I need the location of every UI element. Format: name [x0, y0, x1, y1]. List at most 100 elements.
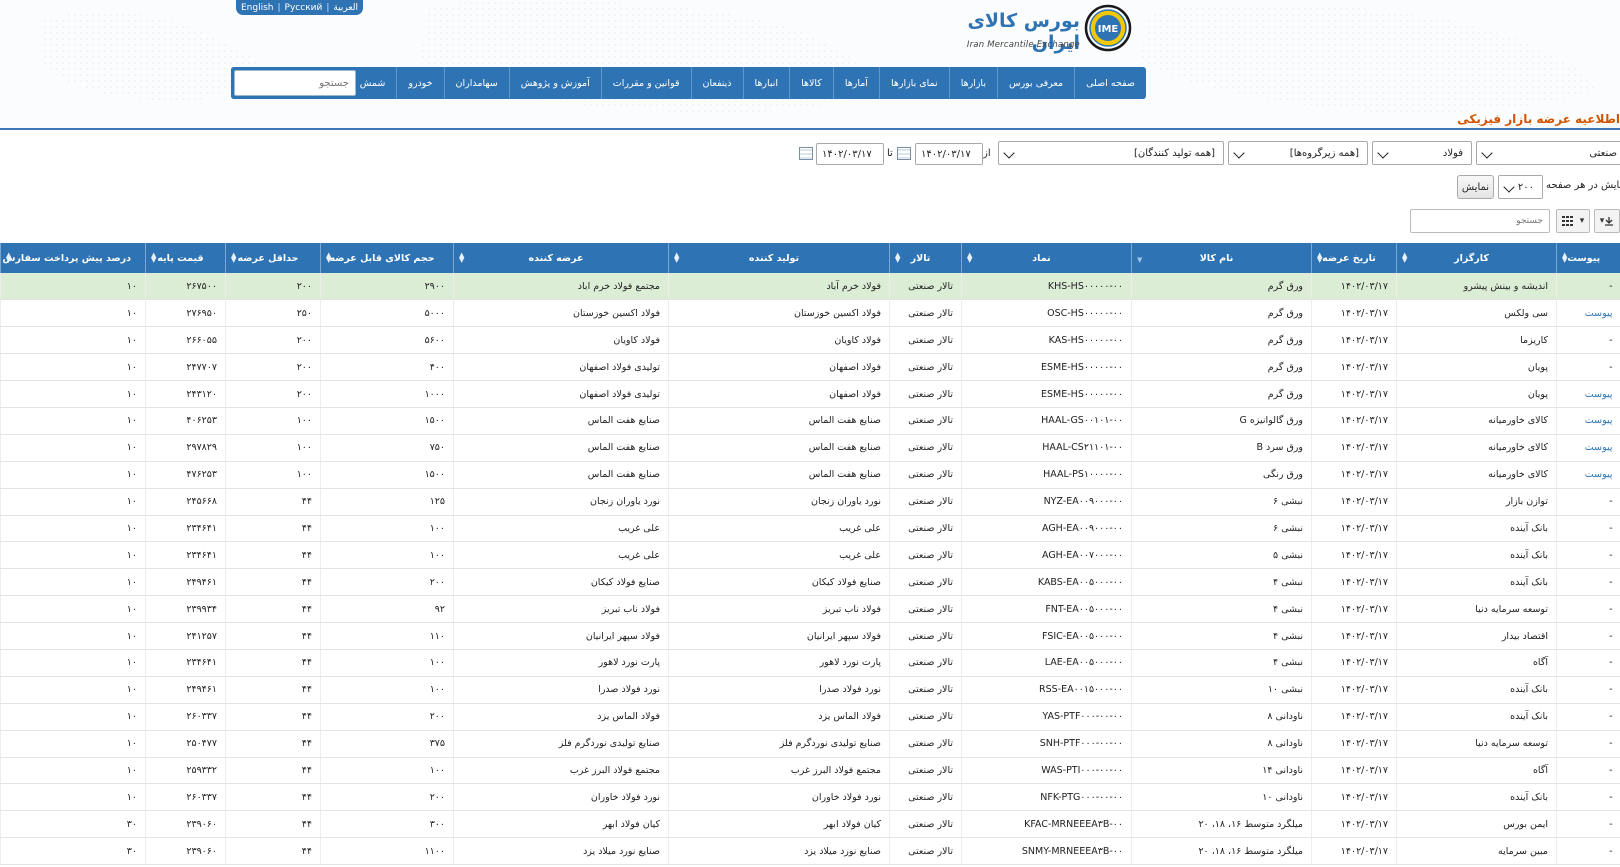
- brand[interactable]: بورس کالای ایران Iran Mercantile Exchang…: [950, 4, 1140, 54]
- symbol-cell: SNMY-MRNEEEA۳B-۰۰: [961, 837, 1132, 866]
- min-offer-cell: ۲۰۰: [225, 380, 321, 408]
- prepayment-percent-cell: ۱۰: [0, 273, 146, 301]
- to-date-input[interactable]: ۱۴۰۲/۰۳/۱۷: [816, 143, 884, 165]
- attachment-cell[interactable]: پیوست: [1556, 461, 1620, 489]
- producer-cell: کیان فولاد ابهر: [668, 810, 890, 839]
- col-header-supplier[interactable]: عرضه کننده ▲ ▼: [453, 243, 669, 273]
- min-offer-cell: ۴۴: [225, 730, 321, 758]
- export-button[interactable]: ▾: [1594, 209, 1620, 233]
- table-row[interactable]: - توسعه سرمایه دنیا ۱۴۰۲/۰۳/۱۷ ناودانی ۸ SNH…: [0, 730, 1620, 758]
- col-header-producer[interactable]: تولید کننده ▲ ▼: [668, 243, 890, 273]
- nav-markets[interactable]: بازارها: [948, 67, 997, 99]
- table-row[interactable]: - توسعه سرمایه دنیا ۱۴۰۲/۰۳/۱۷ نبشی ۴ FNT-EA…: [0, 595, 1620, 624]
- table-row[interactable]: پیوست کالای خاورمیانه ۱۴۰۲/۰۳/۱۷ ورق گالوان…: [0, 407, 1620, 435]
- table-row[interactable]: - اندیشه و بینش پیشرو ۱۴۰۲/۰۳/۱۷ ورق گرم KHS…: [0, 273, 1620, 301]
- producer-select[interactable]: [همه تولید کنندگان]: [998, 141, 1224, 165]
- base-price-cell: ۲۳۴۶۴۱: [145, 541, 226, 570]
- site-search-input[interactable]: [234, 70, 356, 96]
- broker-cell: بانک آینده: [1396, 568, 1557, 597]
- table-row[interactable]: پیوست کالای خاورمیانه ۱۴۰۲/۰۳/۱۷ ورق رنگی HA…: [0, 461, 1620, 489]
- nav-stakeholders[interactable]: ذینفعان: [690, 67, 743, 99]
- nav-market-view[interactable]: نمای بازارها: [878, 67, 949, 99]
- attachment-cell: -: [1556, 757, 1620, 785]
- col-header-prepayment-percent[interactable]: درصد پیش پرداخت سفارش خرید▲▼: [0, 243, 146, 273]
- table-row[interactable]: پیوست کالای خاورمیانه ۱۴۰۲/۰۳/۱۷ ورق سرد BH…: [0, 434, 1620, 462]
- subgroup-select[interactable]: [همه زیرگروه‌ها]: [1228, 141, 1368, 165]
- nav-commodities[interactable]: کالاها: [789, 67, 833, 99]
- symbol-cell: FSIC-EA۰۰۵۰۰۰-۰۰: [961, 622, 1132, 650]
- nav-statistics[interactable]: آمارها: [832, 67, 879, 99]
- hall-cell: تالار صنعتی: [889, 757, 962, 785]
- commodity-name-cell: ناودانی ۱۴: [1131, 757, 1312, 785]
- col-header-offer-volume[interactable]: حجم کالای قابل عرضه ▲ ▼: [320, 243, 454, 273]
- base-price-cell: ۲۳۹۹۳۴: [145, 595, 226, 624]
- show-button[interactable]: نمایش: [1457, 175, 1494, 199]
- broker-cell: پویان: [1396, 380, 1557, 408]
- nav-education[interactable]: آموزش و پژوهش: [508, 67, 601, 99]
- broker-cell: کالای خاورمیانه: [1396, 407, 1557, 435]
- base-price-cell: ۲۳۴۶۴۱: [145, 649, 226, 677]
- col-header-hall[interactable]: تالار ▲ ▼: [889, 243, 962, 273]
- nav-about[interactable]: معرفی بورس: [996, 67, 1074, 99]
- from-date-input[interactable]: ۱۴۰۲/۰۳/۱۷: [915, 143, 983, 165]
- table-row[interactable]: - آگاه ۱۴۰۲/۰۳/۱۷ نبشی ۴ LAE-EA۰۰۵۰۰۰-۰۰ تالا…: [0, 649, 1620, 677]
- supplier-cell: نورد یاوران زنجان: [453, 488, 669, 516]
- nav-warehouses[interactable]: انبارها: [742, 67, 790, 99]
- symbol-cell: HAAL-PS۱۰۰۰۰-۰۰: [961, 461, 1132, 489]
- col-header-label: قیمت پایه: [157, 252, 204, 264]
- market-select[interactable]: صنعتی: [1476, 141, 1620, 165]
- producer-cell: صنایع هفت الماس: [668, 434, 890, 462]
- table-row[interactable]: - بانک آینده ۱۴۰۲/۰۳/۱۷ نبشی ۶ AGH-EA۰۰۹۰۰۰-…: [0, 515, 1620, 543]
- table-row[interactable]: پیوست سی ولکس ۱۴۰۲/۰۳/۱۷ ورق گرم OSC-HS۰۰۰۰۰…: [0, 299, 1620, 328]
- table-row[interactable]: - بانک آینده ۱۴۰۲/۰۳/۱۷ نبشی ۴ KABS-EA۰۰۵۰۰۰…: [0, 568, 1620, 597]
- table-row[interactable]: پیوست پویان ۱۴۰۲/۰۳/۱۷ ورق گرم ESME-HS۰۰۰۰۰-…: [0, 380, 1620, 408]
- col-header-min-offer[interactable]: حداقل عرضه ▲ ▼: [225, 243, 321, 273]
- offer-volume-cell: ۵۰۰۰: [320, 299, 454, 328]
- col-header-commodity-name[interactable]: نام کالا ▼: [1131, 243, 1312, 273]
- broker-cell: ایمن بورس: [1396, 810, 1557, 839]
- nav-home[interactable]: صفحه اصلی: [1074, 67, 1146, 99]
- offer-date-cell: ۱۴۰۲/۰۳/۱۷: [1311, 703, 1397, 731]
- col-header-base-price[interactable]: قیمت پایه ▲ ▼: [145, 243, 226, 273]
- table-row[interactable]: - آگاه ۱۴۰۲/۰۳/۱۷ ناودانی ۱۴ WAS-PTI۰۰۰-۰۰-۰…: [0, 757, 1620, 785]
- attachment-cell: -: [1556, 488, 1620, 516]
- columns-button[interactable]: ▾: [1556, 209, 1590, 233]
- col-header-offer-date[interactable]: تاریخ عرضه ▲ ▼: [1311, 243, 1397, 273]
- lang-russian[interactable]: Pусский: [285, 3, 323, 13]
- calendar-icon[interactable]: [897, 147, 911, 160]
- lang-english[interactable]: English: [241, 3, 274, 13]
- grid-search-input[interactable]: [1410, 209, 1550, 233]
- nav-automobile[interactable]: خودرو: [396, 67, 443, 99]
- nav-regulations[interactable]: قوانین و مقررات: [600, 67, 691, 99]
- supplier-cell: فولاد ناب تبریز: [453, 595, 669, 624]
- table-row[interactable]: - بانک آینده ۱۴۰۲/۰۳/۱۷ ناودانی ۱۰ NFK-PTG۰۰…: [0, 783, 1620, 812]
- min-offer-cell: ۱۰۰: [225, 461, 321, 489]
- col-header-attachment[interactable]: پیوست ▲ ▼: [1556, 243, 1620, 273]
- col-header-broker[interactable]: کارگزار ▲ ▼: [1396, 243, 1557, 273]
- nav-shareholders[interactable]: سهامداران: [443, 67, 509, 99]
- table-row[interactable]: - مبین سرمایه ۱۴۰۲/۰۳/۱۷ میلگرد متوسط ۱۶، ۱…: [0, 837, 1620, 866]
- table-row[interactable]: - بانک آینده ۱۴۰۲/۰۳/۱۷ ناودانی ۸ YAS-PTF۰۰۰…: [0, 703, 1620, 731]
- commodity-name-cell: نبشی ۴: [1131, 595, 1312, 624]
- calendar-icon[interactable]: [799, 147, 813, 160]
- table-row[interactable]: - بانک آینده ۱۴۰۲/۰۳/۱۷ نبشی ۵ AGH-EA۰۰۷۰۰۰-…: [0, 541, 1620, 570]
- per-page-select[interactable]: ۲۰۰: [1498, 175, 1543, 199]
- group-select[interactable]: فولاد: [1372, 141, 1472, 165]
- lang-arabic[interactable]: العربية: [333, 3, 358, 13]
- table-row[interactable]: - ایمن بورس ۱۴۰۲/۰۳/۱۷ میلگرد متوسط ۱۶، ۱۸،…: [0, 810, 1620, 839]
- attachment-cell[interactable]: پیوست: [1556, 299, 1620, 328]
- supplier-cell: فولاد کاویان: [453, 326, 669, 355]
- prepayment-percent-cell: ۱۰: [0, 703, 146, 731]
- attachment-cell: -: [1556, 541, 1620, 570]
- table-row[interactable]: - اقتصاد بیدار ۱۴۰۲/۰۳/۱۷ نبشی ۴ FSIC-EA۰۰۵۰…: [0, 622, 1620, 650]
- table-row[interactable]: - پویان ۱۴۰۲/۰۳/۱۷ ورق گرم ESME-HS۰۰۰۰۰-۰۰ تا…: [0, 353, 1620, 382]
- col-header-symbol[interactable]: نماد ▲ ▼: [961, 243, 1132, 273]
- attachment-cell[interactable]: پیوست: [1556, 407, 1620, 435]
- attachment-cell[interactable]: پیوست: [1556, 434, 1620, 462]
- base-price-cell: ۲۴۷۷۰۷: [145, 353, 226, 382]
- table-row[interactable]: - بانک آینده ۱۴۰۲/۰۳/۱۷ نبشی ۱۰ RSS-EA۰۰۱۵۰۰…: [0, 676, 1620, 704]
- table-row[interactable]: - کاریزما ۱۴۰۲/۰۳/۱۷ ورق گرم KAS-HS۰۰۰۰۰-۰۰ ت…: [0, 326, 1620, 355]
- table-row[interactable]: - توازن بازار ۱۴۰۲/۰۳/۱۷ نبشی ۶ NYZ-EA۰۰۹۰۰۰…: [0, 488, 1620, 516]
- attachment-cell[interactable]: پیوست: [1556, 380, 1620, 408]
- hall-cell: تالار صنعتی: [889, 810, 962, 839]
